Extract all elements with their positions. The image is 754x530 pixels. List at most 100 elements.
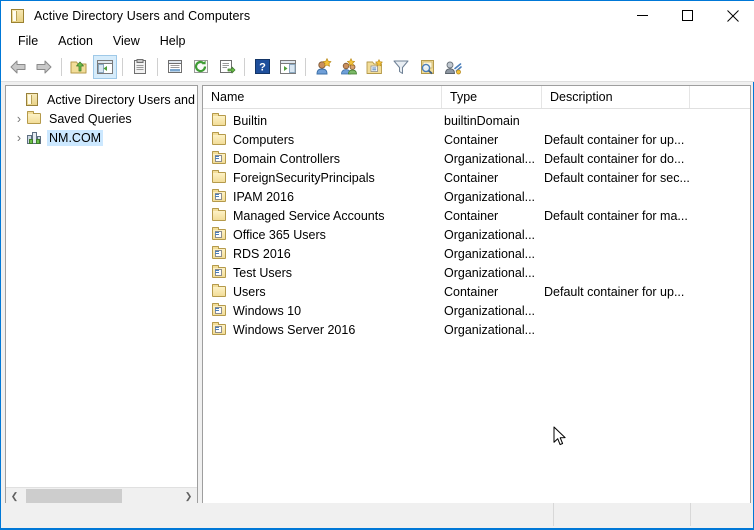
menu-item-action[interactable]: Action bbox=[49, 32, 102, 50]
table-row[interactable]: Office 365 Users Organizational... bbox=[203, 225, 750, 244]
row-name-label: Windows Server 2016 bbox=[233, 322, 356, 337]
cell-description: Default container for do... bbox=[544, 151, 685, 166]
folder-icon bbox=[211, 131, 227, 148]
organizational-unit-icon bbox=[211, 321, 227, 338]
table-row[interactable]: ForeignSecurityPrincipals Container Defa… bbox=[203, 168, 750, 187]
help-icon[interactable]: ? bbox=[250, 55, 274, 79]
row-name-label: RDS 2016 bbox=[233, 246, 291, 261]
tree-expander[interactable]: › bbox=[12, 111, 26, 127]
row-name-label: Office 365 Users bbox=[233, 227, 326, 242]
new-user-icon[interactable] bbox=[311, 55, 335, 79]
menu-item-file[interactable]: File bbox=[9, 32, 47, 50]
toolbar-separator bbox=[61, 57, 62, 76]
tree-expander[interactable] bbox=[10, 92, 24, 108]
menu-bar: File Action View Help bbox=[1, 30, 754, 52]
tree-horizontal-scrollbar[interactable]: ❮ ❯ bbox=[6, 487, 197, 504]
organizational-unit-icon bbox=[211, 188, 227, 205]
tree-expander[interactable]: › bbox=[12, 130, 26, 146]
close-button[interactable] bbox=[710, 0, 754, 31]
tree-item-saved-queries[interactable]: › Saved Queries bbox=[6, 109, 197, 128]
find-icon[interactable] bbox=[415, 55, 439, 79]
cell-name: Computers bbox=[203, 131, 442, 148]
domain-icon bbox=[26, 130, 42, 146]
status-main bbox=[1, 503, 554, 526]
row-name-label: Test Users bbox=[233, 265, 293, 280]
tree-item-label: Saved Queries bbox=[49, 111, 132, 126]
menu-item-help[interactable]: Help bbox=[151, 32, 195, 50]
table-row[interactable]: Domain Controllers Organizational... Def… bbox=[203, 149, 750, 168]
tree-item-root[interactable]: Active Directory Users and Com bbox=[6, 90, 197, 109]
cell-type: Organizational... bbox=[444, 265, 536, 280]
table-row[interactable]: IPAM 2016 Organizational... bbox=[203, 187, 750, 206]
new-organizational-unit-icon[interactable] bbox=[363, 55, 387, 79]
back-icon[interactable] bbox=[6, 55, 30, 79]
menu-item-view[interactable]: View bbox=[104, 32, 149, 50]
connect-to-domain-icon[interactable] bbox=[441, 55, 465, 79]
folder-icon bbox=[211, 169, 227, 186]
cell-name: ForeignSecurityPrincipals bbox=[203, 169, 442, 186]
cell-name: RDS 2016 bbox=[203, 245, 442, 262]
column-header-type[interactable]: Type bbox=[442, 86, 542, 108]
new-group-icon[interactable] bbox=[337, 55, 361, 79]
cell-type: Container bbox=[444, 132, 499, 147]
scrollbar-thumb[interactable] bbox=[26, 488, 122, 504]
table-row[interactable]: Test Users Organizational... bbox=[203, 263, 750, 282]
organizational-unit-icon bbox=[211, 264, 227, 281]
table-row[interactable]: RDS 2016 Organizational... bbox=[203, 244, 750, 263]
title-bar[interactable]: Active Directory Users and Computers bbox=[1, 0, 754, 31]
cell-name: Windows Server 2016 bbox=[203, 321, 442, 338]
up-one-level-icon[interactable] bbox=[67, 55, 91, 79]
table-row[interactable]: Windows 10 Organizational... bbox=[203, 301, 750, 320]
table-row[interactable]: Computers Container Default container fo… bbox=[203, 130, 750, 149]
svg-text:?: ? bbox=[259, 62, 266, 74]
column-header-name[interactable]: Name bbox=[203, 86, 442, 108]
cell-name: Domain Controllers bbox=[203, 150, 442, 167]
table-row[interactable]: Managed Service Accounts Container Defau… bbox=[203, 206, 750, 225]
cell-name: Managed Service Accounts bbox=[203, 207, 442, 224]
list-body: Builtin builtinDomain Computers Containe… bbox=[203, 109, 750, 339]
results-list-pane: Name Type Description Builtin builtinDom… bbox=[202, 85, 751, 505]
cell-type: Organizational... bbox=[444, 246, 536, 261]
cell-type: builtinDomain bbox=[444, 113, 520, 128]
table-row[interactable]: Windows Server 2016 Organizational... bbox=[203, 320, 750, 339]
forward-icon[interactable] bbox=[32, 55, 56, 79]
show-hide-console-tree-icon[interactable] bbox=[93, 54, 117, 79]
status-mid bbox=[554, 503, 691, 526]
scroll-left-icon[interactable]: ❮ bbox=[6, 488, 23, 505]
properties-icon[interactable] bbox=[163, 55, 187, 79]
list-header: Name Type Description bbox=[203, 86, 750, 109]
column-header-description[interactable]: Description bbox=[542, 86, 690, 108]
window-controls bbox=[620, 0, 754, 31]
tree-item-label: Active Directory Users and Com bbox=[47, 92, 197, 107]
row-name-label: IPAM 2016 bbox=[233, 189, 294, 204]
row-name-label: ForeignSecurityPrincipals bbox=[233, 170, 375, 185]
refresh-icon[interactable] bbox=[189, 55, 213, 79]
row-name-label: Builtin bbox=[233, 113, 268, 128]
tree-item-label: NM.COM bbox=[47, 129, 104, 146]
row-name-label: Managed Service Accounts bbox=[233, 208, 385, 223]
properties-clipboard-icon[interactable] bbox=[128, 55, 152, 79]
filter-icon[interactable] bbox=[389, 55, 413, 79]
application-window: Active Directory Users and Computers Fil… bbox=[0, 0, 754, 530]
table-row[interactable]: Builtin builtinDomain bbox=[203, 111, 750, 130]
toolbar-separator bbox=[305, 57, 306, 76]
maximize-button[interactable] bbox=[665, 0, 710, 31]
minimize-button[interactable] bbox=[620, 0, 665, 31]
organizational-unit-icon bbox=[211, 150, 227, 167]
cell-type: Organizational... bbox=[444, 189, 536, 204]
cell-description: Default container for up... bbox=[544, 132, 685, 147]
scroll-right-icon[interactable]: ❯ bbox=[180, 488, 197, 505]
cell-type: Container bbox=[444, 284, 499, 299]
console-tree-pane: Active Directory Users and Com › Saved Q… bbox=[5, 85, 198, 505]
status-bar bbox=[1, 503, 753, 526]
cell-type: Organizational... bbox=[444, 322, 536, 337]
tree-item-nm-com[interactable]: › NM.COM bbox=[6, 128, 197, 147]
table-row[interactable]: Users Container Default container for up… bbox=[203, 282, 750, 301]
cell-name: IPAM 2016 bbox=[203, 188, 442, 205]
show-hide-action-pane-icon[interactable] bbox=[276, 55, 300, 79]
console-tree: Active Directory Users and Com › Saved Q… bbox=[6, 86, 197, 147]
export-list-icon[interactable] bbox=[215, 55, 239, 79]
cell-name: Windows 10 bbox=[203, 302, 442, 319]
cell-name: Test Users bbox=[203, 264, 442, 281]
folder-icon bbox=[26, 110, 42, 127]
